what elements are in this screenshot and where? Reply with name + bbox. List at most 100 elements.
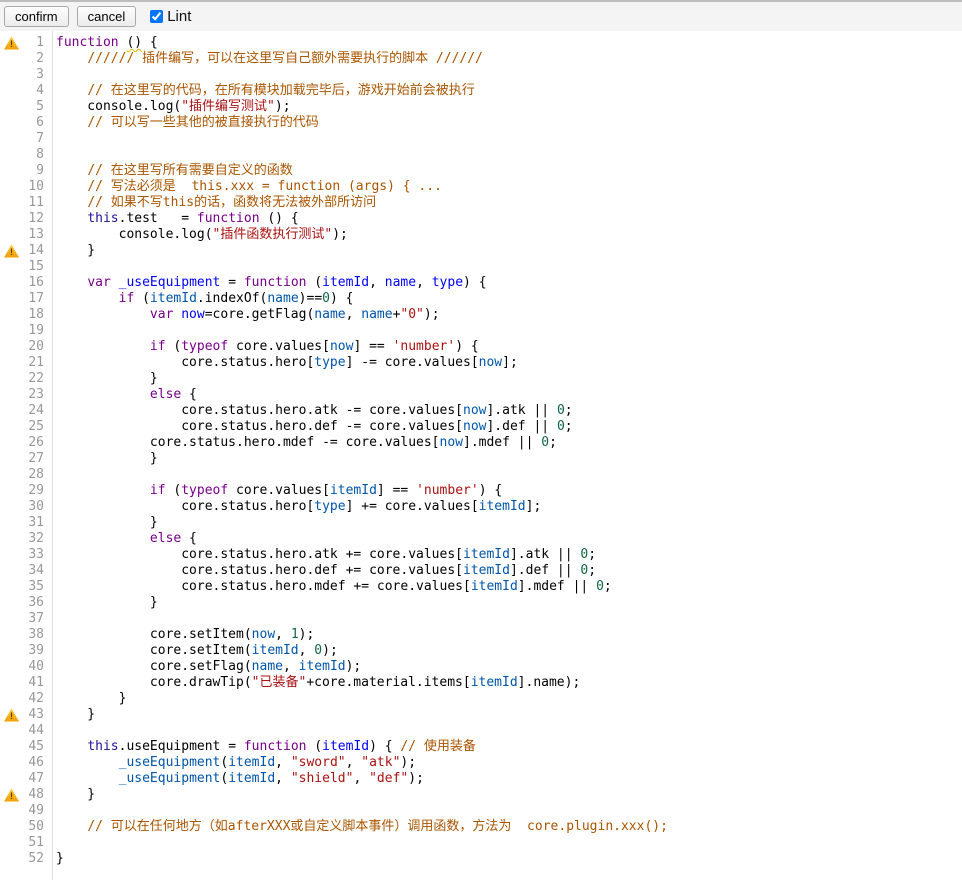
code-line[interactable]: 32 else { (0, 531, 962, 547)
code-line[interactable]: 22 } (0, 371, 962, 387)
cancel-button[interactable]: cancel (77, 6, 137, 27)
code-text: core.setFlag(name, itemId); (52, 659, 365, 675)
code-line[interactable]: 4 // 在这里写的代码，在所有模块加载完毕后，游戏开始前会被执行 (0, 83, 962, 99)
code-line[interactable]: 41 core.drawTip("已装备"+core.material.item… (0, 675, 962, 691)
code-text: _useEquipment(itemId, "sword", "atk"); (52, 755, 420, 771)
code-line[interactable]: 30 core.status.hero[type] += core.values… (0, 499, 962, 515)
code-line[interactable]: 31 } (0, 515, 962, 531)
code-text (52, 835, 60, 851)
code-line[interactable]: 45 this.useEquipment = function (itemId)… (0, 739, 962, 755)
line-number: 44 (22, 723, 52, 739)
code-line[interactable]: 39 core.setItem(itemId, 0); (0, 643, 962, 659)
code-line[interactable]: 16 var _useEquipment = function (itemId,… (0, 275, 962, 291)
line-gutter: 1 (0, 35, 52, 51)
code-text: this.useEquipment = function (itemId) { … (52, 739, 480, 755)
line-number: 17 (22, 291, 52, 307)
code-line[interactable]: 14 } (0, 243, 962, 259)
code-line[interactable]: 48 } (0, 787, 962, 803)
line-number: 34 (22, 563, 52, 579)
code-line[interactable]: 49 (0, 803, 962, 819)
lint-checkbox[interactable] (150, 10, 163, 23)
code-line[interactable]: 1function () { (0, 35, 962, 51)
code-line[interactable]: 19 (0, 323, 962, 339)
code-line[interactable]: 40 core.setFlag(name, itemId); (0, 659, 962, 675)
code-line[interactable]: 52} (0, 851, 962, 867)
line-number: 14 (22, 243, 52, 259)
line-gutter: 38 (0, 627, 52, 643)
code-line[interactable]: 6 // 可以写一些其他的被直接执行的代码 (0, 115, 962, 131)
line-number: 39 (22, 643, 52, 659)
code-line[interactable]: 38 core.setItem(now, 1); (0, 627, 962, 643)
line-gutter: 19 (0, 323, 52, 339)
code-line[interactable]: 35 core.status.hero.mdef += core.values[… (0, 579, 962, 595)
code-line[interactable]: 50 // 可以在任何地方（如afterXXX或自定义脚本事件）调用函数，方法为… (0, 819, 962, 835)
code-line[interactable]: 51 (0, 835, 962, 851)
line-gutter: 43 (0, 707, 52, 723)
line-gutter: 22 (0, 371, 52, 387)
code-line[interactable]: 25 core.status.hero.def -= core.values[n… (0, 419, 962, 435)
code-line[interactable]: 21 core.status.hero[type] -= core.values… (0, 355, 962, 371)
warning-triangle-icon (4, 37, 19, 50)
code-text (52, 67, 60, 83)
confirm-button[interactable]: confirm (4, 6, 69, 27)
code-line[interactable]: 18 var now=core.getFlag(name, name+"0"); (0, 307, 962, 323)
code-editor[interactable]: 1function () {2 ////// 插件编写，可以在这里写自己额外需要… (0, 31, 962, 880)
line-gutter: 16 (0, 275, 52, 291)
code-text: core.setItem(itemId, 0); (52, 643, 342, 659)
code-line[interactable]: 8 (0, 147, 962, 163)
code-line[interactable]: 42 } (0, 691, 962, 707)
code-text: // 在这里写的代码，在所有模块加载完毕后，游戏开始前会被执行 (52, 83, 479, 99)
code-line[interactable]: 3 (0, 67, 962, 83)
code-line[interactable]: 20 if (typeof core.values[now] == 'numbe… (0, 339, 962, 355)
line-number: 48 (22, 787, 52, 803)
code-line[interactable]: 7 (0, 131, 962, 147)
code-line[interactable]: 10 // 写法必须是 this.xxx = function (args) {… (0, 179, 962, 195)
code-line[interactable]: 36 } (0, 595, 962, 611)
code-line[interactable]: 34 core.status.hero.def += core.values[i… (0, 563, 962, 579)
line-gutter: 17 (0, 291, 52, 307)
code-line[interactable]: 24 core.status.hero.atk -= core.values[n… (0, 403, 962, 419)
line-number: 4 (22, 83, 52, 99)
code-line[interactable]: 33 core.status.hero.atk += core.values[i… (0, 547, 962, 563)
code-lines: 1function () {2 ////// 插件编写，可以在这里写自己额外需要… (0, 31, 962, 867)
line-number: 25 (22, 419, 52, 435)
line-gutter: 45 (0, 739, 52, 755)
code-line[interactable]: 2 ////// 插件编写，可以在这里写自己额外需要执行的脚本 ////// (0, 51, 962, 67)
line-number: 3 (22, 67, 52, 83)
code-text: core.status.hero.mdef += core.values[ite… (52, 579, 616, 595)
line-number: 38 (22, 627, 52, 643)
line-gutter: 10 (0, 179, 52, 195)
code-line[interactable]: 12 this.test = function () { (0, 211, 962, 227)
code-line[interactable]: 23 else { (0, 387, 962, 403)
code-line[interactable]: 43 } (0, 707, 962, 723)
code-line[interactable]: 5 console.log("插件编写测试"); (0, 99, 962, 115)
code-line[interactable]: 15 (0, 259, 962, 275)
code-line[interactable]: 46 _useEquipment(itemId, "sword", "atk")… (0, 755, 962, 771)
code-line[interactable]: 27 } (0, 451, 962, 467)
line-gutter: 27 (0, 451, 52, 467)
line-gutter: 42 (0, 691, 52, 707)
code-line[interactable]: 26 core.status.hero.mdef -= core.values[… (0, 435, 962, 451)
code-line[interactable]: 37 (0, 611, 962, 627)
code-line[interactable]: 11 // 如果不写this的话，函数将无法被外部所访问 (0, 195, 962, 211)
code-line[interactable]: 44 (0, 723, 962, 739)
line-gutter: 52 (0, 851, 52, 867)
code-line[interactable]: 13 console.log("插件函数执行测试"); (0, 227, 962, 243)
code-text (52, 147, 60, 163)
code-text: if (typeof core.values[itemId] == 'numbe… (52, 483, 506, 499)
code-line[interactable]: 17 if (itemId.indexOf(name)==0) { (0, 291, 962, 307)
line-number: 35 (22, 579, 52, 595)
code-text: else { (52, 531, 201, 547)
code-line[interactable]: 9 // 在这里写所有需要自定义的函数 (0, 163, 962, 179)
code-text: // 如果不写this的话，函数将无法被外部所访问 (52, 195, 380, 211)
code-text: if (itemId.indexOf(name)==0) { (52, 291, 357, 307)
line-number: 18 (22, 307, 52, 323)
line-gutter: 6 (0, 115, 52, 131)
line-number: 9 (22, 163, 52, 179)
code-text: } (52, 515, 162, 531)
code-line[interactable]: 29 if (typeof core.values[itemId] == 'nu… (0, 483, 962, 499)
code-text: core.drawTip("已装备"+core.material.items[i… (52, 675, 584, 691)
code-text (52, 723, 60, 739)
code-line[interactable]: 28 (0, 467, 962, 483)
code-line[interactable]: 47 _useEquipment(itemId, "shield", "def"… (0, 771, 962, 787)
